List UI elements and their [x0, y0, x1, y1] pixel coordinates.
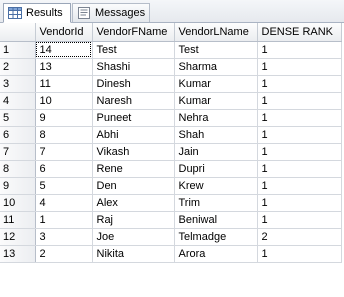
cell-vendorfname[interactable]: Den: [92, 177, 175, 195]
cell-dense-rank[interactable]: 2: [257, 228, 342, 246]
column-header-dense-rank[interactable]: DENSE RANK: [257, 23, 342, 42]
cell-dense-rank[interactable]: 1: [257, 92, 342, 110]
cell-vendorfname[interactable]: Shashi: [92, 58, 175, 76]
row-number[interactable]: 2: [0, 58, 36, 76]
messages-icon: [78, 7, 90, 19]
cell-dense-rank[interactable]: 1: [257, 143, 342, 161]
cell-vendorlname[interactable]: Dupri: [174, 160, 258, 178]
table-row[interactable]: 2 13 Shashi Sharma 1: [0, 58, 342, 76]
cell-dense-rank[interactable]: 1: [257, 245, 342, 263]
results-table: VendorId VendorFName VendorLName DENSE R…: [0, 23, 342, 263]
row-number[interactable]: 10: [0, 194, 36, 212]
cell-dense-rank[interactable]: 1: [257, 109, 342, 127]
table-row[interactable]: 10 4 Alex Trim 1: [0, 194, 342, 212]
cell-vendorlname[interactable]: Telmadge: [174, 228, 258, 246]
table-row[interactable]: 8 6 Rene Dupri 1: [0, 160, 342, 178]
cell-vendorfname[interactable]: Nikita: [92, 245, 175, 263]
table-row[interactable]: 9 5 Den Krew 1: [0, 177, 342, 195]
select-all-corner[interactable]: [0, 23, 36, 42]
cell-vendorfname[interactable]: Raj: [92, 211, 175, 229]
cell-vendorid[interactable]: 5: [35, 177, 93, 195]
cell-vendorid[interactable]: 8: [35, 126, 93, 144]
cell-dense-rank[interactable]: 1: [257, 177, 342, 195]
row-number[interactable]: 11: [0, 211, 36, 229]
cell-vendorlname[interactable]: Nehra: [174, 109, 258, 127]
cell-vendorfname[interactable]: Rene: [92, 160, 175, 178]
cell-dense-rank[interactable]: 1: [257, 160, 342, 178]
cell-vendorid[interactable]: 6: [35, 160, 93, 178]
cell-vendorlname[interactable]: Arora: [174, 245, 258, 263]
tab-messages[interactable]: Messages: [72, 3, 150, 22]
table-row[interactable]: 7 7 Vikash Jain 1: [0, 143, 342, 161]
row-number[interactable]: 12: [0, 228, 36, 246]
cell-vendorlname[interactable]: Sharma: [174, 58, 258, 76]
cell-vendorid[interactable]: 9: [35, 109, 93, 127]
row-number[interactable]: 13: [0, 245, 36, 263]
cell-vendorfname[interactable]: Vikash: [92, 143, 175, 161]
cell-vendorlname[interactable]: Shah: [174, 126, 258, 144]
header-row: VendorId VendorFName VendorLName DENSE R…: [0, 23, 342, 42]
table-row[interactable]: 3 11 Dinesh Kumar 1: [0, 75, 342, 93]
cell-dense-rank[interactable]: 1: [257, 41, 342, 59]
table-row[interactable]: 6 8 Abhi Shah 1: [0, 126, 342, 144]
table-row[interactable]: 12 3 Joe Telmadge 2: [0, 228, 342, 246]
cell-vendorlname[interactable]: Kumar: [174, 92, 258, 110]
cell-vendorid[interactable]: 14: [35, 41, 93, 59]
tab-results-label: Results: [26, 7, 63, 19]
cell-vendorfname[interactable]: Naresh: [92, 92, 175, 110]
cell-dense-rank[interactable]: 1: [257, 211, 342, 229]
cell-vendorlname[interactable]: Kumar: [174, 75, 258, 93]
cell-dense-rank[interactable]: 1: [257, 126, 342, 144]
row-number[interactable]: 7: [0, 143, 36, 161]
row-number[interactable]: 1: [0, 41, 36, 59]
cell-vendorlname[interactable]: Trim: [174, 194, 258, 212]
row-number[interactable]: 6: [0, 126, 36, 144]
cell-vendorid[interactable]: 3: [35, 228, 93, 246]
row-number[interactable]: 3: [0, 75, 36, 93]
cell-vendorid[interactable]: 11: [35, 75, 93, 93]
tab-results[interactable]: Results: [3, 3, 71, 23]
column-header-vendorlname[interactable]: VendorLName: [174, 23, 258, 42]
column-header-vendorid[interactable]: VendorId: [35, 23, 93, 42]
table-row[interactable]: 4 10 Naresh Kumar 1: [0, 92, 342, 110]
cell-dense-rank[interactable]: 1: [257, 75, 342, 93]
cell-vendorid[interactable]: 2: [35, 245, 93, 263]
cell-vendorlname[interactable]: Jain: [174, 143, 258, 161]
cell-vendorfname[interactable]: Joe: [92, 228, 175, 246]
row-number[interactable]: 9: [0, 177, 36, 195]
table-row[interactable]: 1 14 Test Test 1: [0, 41, 342, 59]
cell-vendorid[interactable]: 10: [35, 92, 93, 110]
cell-vendorid[interactable]: 4: [35, 194, 93, 212]
table-row[interactable]: 11 1 Raj Beniwal 1: [0, 211, 342, 229]
cell-vendorfname[interactable]: Alex: [92, 194, 175, 212]
table-row[interactable]: 5 9 Puneet Nehra 1: [0, 109, 342, 127]
grid-icon: [8, 7, 22, 19]
cell-vendorid[interactable]: 7: [35, 143, 93, 161]
row-number[interactable]: 4: [0, 92, 36, 110]
row-number[interactable]: 5: [0, 109, 36, 127]
results-tab-bar: Results Messages: [0, 0, 344, 23]
cell-vendorfname[interactable]: Dinesh: [92, 75, 175, 93]
cell-vendorlname[interactable]: Krew: [174, 177, 258, 195]
table-row[interactable]: 13 2 Nikita Arora 1: [0, 245, 342, 263]
row-number[interactable]: 8: [0, 160, 36, 178]
cell-dense-rank[interactable]: 1: [257, 194, 342, 212]
results-grid[interactable]: VendorId VendorFName VendorLName DENSE R…: [0, 23, 344, 297]
cell-vendorfname[interactable]: Puneet: [92, 109, 175, 127]
tab-messages-label: Messages: [95, 7, 146, 19]
cell-dense-rank[interactable]: 1: [257, 58, 342, 76]
cell-vendorfname[interactable]: Abhi: [92, 126, 175, 144]
cell-vendorid[interactable]: 13: [35, 58, 93, 76]
column-header-vendorfname[interactable]: VendorFName: [92, 23, 175, 42]
cell-vendorlname[interactable]: Beniwal: [174, 211, 258, 229]
cell-vendorfname[interactable]: Test: [92, 41, 175, 59]
cell-vendorlname[interactable]: Test: [174, 41, 258, 59]
cell-vendorid[interactable]: 1: [35, 211, 93, 229]
